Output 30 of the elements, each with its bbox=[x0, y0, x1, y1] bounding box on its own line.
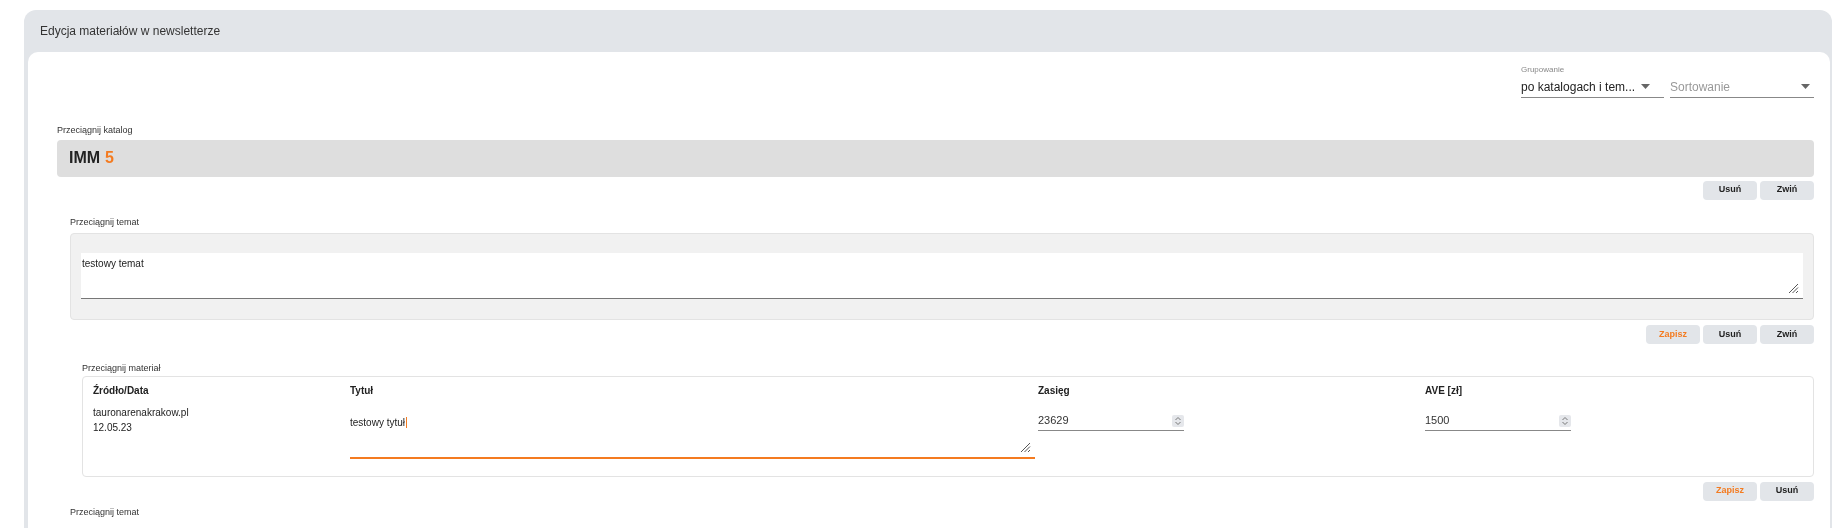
number-field[interactable]: 23629 bbox=[1038, 411, 1184, 431]
column-header: Tytuł bbox=[350, 383, 375, 398]
drag-label: Przeciągnij materiał bbox=[82, 362, 162, 375]
dropdown-caret-icon bbox=[1641, 84, 1651, 89]
action-button[interactable]: Usuń bbox=[1760, 481, 1814, 501]
action-button[interactable]: Zwiń bbox=[1760, 180, 1814, 200]
column-header: Zasięg bbox=[1038, 383, 1071, 398]
catalog-name: IMM bbox=[69, 148, 101, 168]
action-button[interactable]: Zwiń bbox=[1760, 325, 1814, 344]
text-cursor bbox=[406, 417, 408, 429]
date-text: 12.05.23 bbox=[93, 420, 133, 435]
drag-label: Przeciągnij temat bbox=[70, 505, 141, 519]
drag-label: Przeciągnij katalog bbox=[57, 124, 134, 137]
resize-handle-icon[interactable] bbox=[1020, 441, 1031, 453]
action-button[interactable]: Usuń bbox=[1703, 325, 1757, 344]
grouping-select[interactable]: po katalogach i tem... bbox=[1521, 76, 1664, 98]
number-field[interactable]: 1500 bbox=[1425, 411, 1571, 431]
column-header: Źródło/Data bbox=[93, 383, 150, 398]
panel-title: Edycja materiałów w newsletterze bbox=[39, 23, 222, 40]
action-button[interactable]: Usuń bbox=[1703, 180, 1757, 200]
title-field[interactable]: testowy tytuł bbox=[350, 414, 1035, 459]
column-header: AVE [zł] bbox=[1425, 383, 1464, 398]
catalog-bar[interactable]: IMM 5 bbox=[57, 139, 1814, 177]
resize-handle-icon[interactable] bbox=[1788, 283, 1799, 294]
topic-field[interactable]: testowy temat bbox=[81, 253, 1803, 299]
drag-label: Przeciągnij temat bbox=[70, 215, 141, 229]
catalog-count: 5 bbox=[105, 148, 114, 168]
source-text: tauronarenakrakow.pl bbox=[93, 405, 190, 420]
grouping-label: Grupowanie bbox=[1521, 64, 1566, 76]
dropdown-caret-icon bbox=[1801, 84, 1810, 89]
